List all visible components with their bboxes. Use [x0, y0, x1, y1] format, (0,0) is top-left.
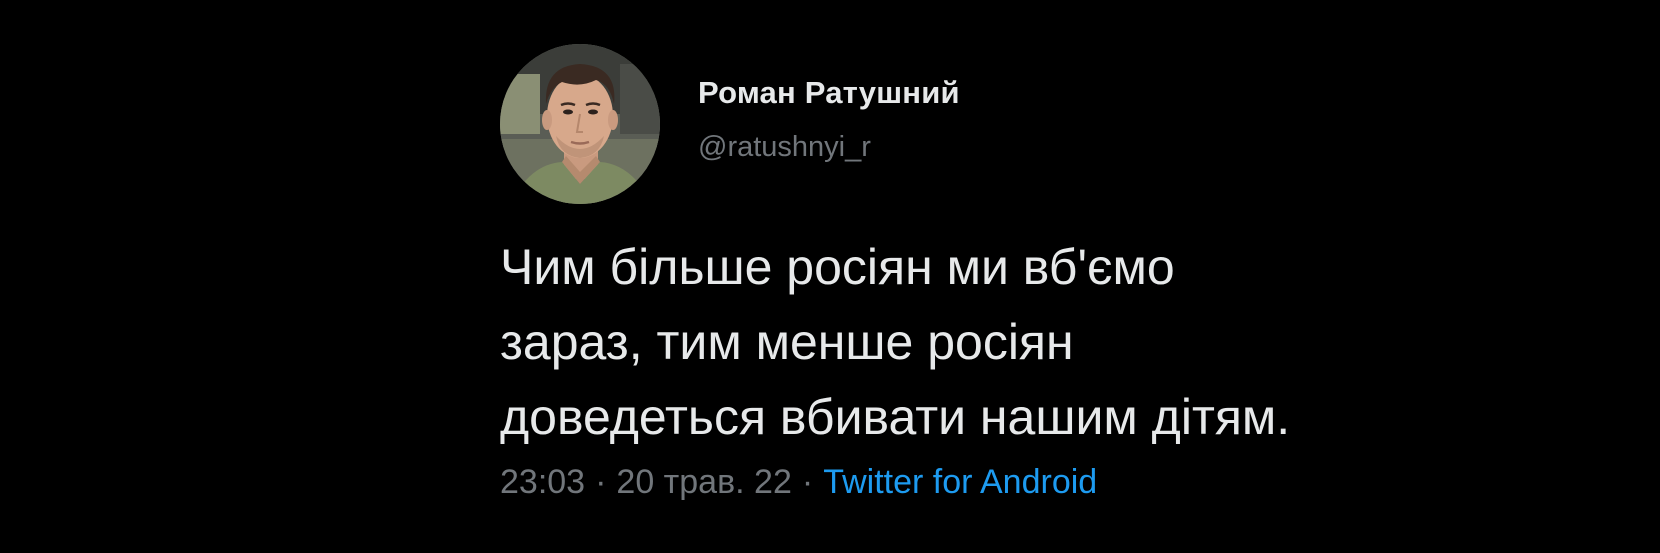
tweet-text-line: Чим більше росіян ми вб'ємо — [500, 239, 1175, 295]
meta-separator: · — [801, 463, 814, 501]
meta-separator: · — [595, 463, 607, 501]
tweet-date[interactable]: 20 трав. 22 — [616, 463, 791, 501]
tweet[interactable]: Роман Ратушний @ratushnyi_r Чим більше р… — [500, 44, 1560, 502]
tweet-header: Роман Ратушний @ratushnyi_r — [500, 44, 1560, 204]
author-names: Роман Ратушний @ratushnyi_r — [698, 75, 960, 164]
tweet-time[interactable]: 23:03 — [500, 463, 585, 501]
tweet-text: Чим більше росіян ми вб'ємо зараз, тим м… — [500, 230, 1540, 455]
tweet-source-link[interactable]: Twitter for Android — [823, 463, 1097, 501]
avatar-photo — [500, 44, 660, 204]
tweet-text-line: зараз, тим менше росіян — [500, 314, 1074, 370]
tweet-text-line: доведеться вбивати нашим дітям. — [500, 389, 1291, 445]
avatar[interactable] — [500, 44, 660, 204]
author-handle[interactable]: @ratushnyi_r — [698, 131, 960, 164]
tweet-meta: 23:03 · 20 трав. 22 · Twitter for Android — [500, 463, 1560, 502]
author-display-name[interactable]: Роман Ратушний — [698, 75, 960, 111]
